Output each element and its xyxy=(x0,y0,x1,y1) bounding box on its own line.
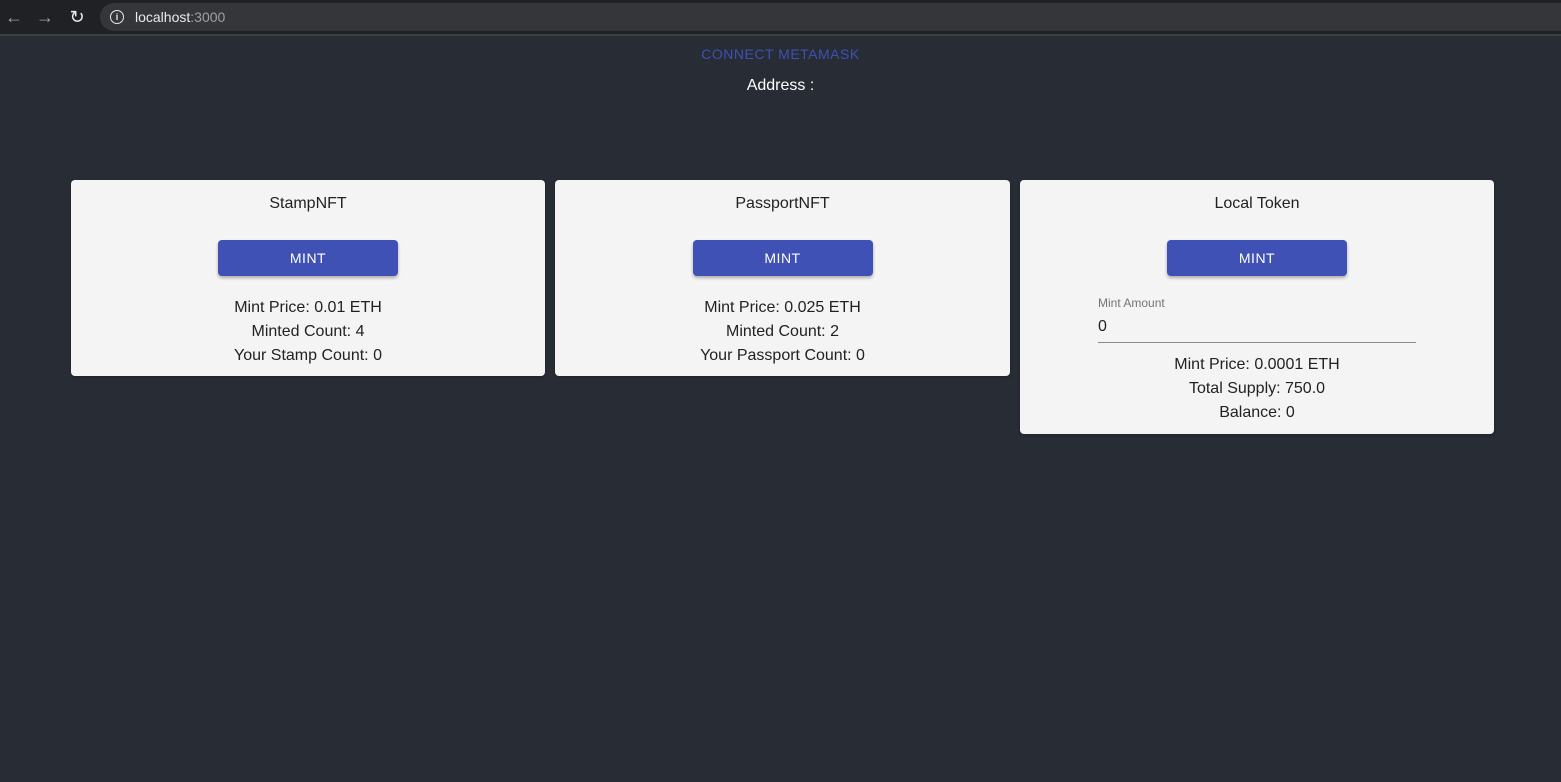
passport-info: Mint Price: 0.025 ETH Minted Count: 2 Yo… xyxy=(555,296,1010,368)
stamp-mint-button[interactable]: MINT xyxy=(218,240,398,276)
token-mint-button[interactable]: MINT xyxy=(1167,240,1347,276)
mint-amount-field: Mint Amount xyxy=(1098,296,1416,343)
mint-amount-input[interactable] xyxy=(1098,312,1416,343)
address-bar[interactable]: i localhost:3000 xyxy=(100,3,1561,31)
mint-price: Mint Price: 0.0001 ETH xyxy=(1174,356,1340,373)
local-token-card: Local Token MINT Mint Amount Mint Price:… xyxy=(1020,180,1494,434)
minted-count: Minted Count: 2 xyxy=(726,323,839,340)
your-passport-count: Your Passport Count: 0 xyxy=(700,347,865,364)
passport-nft-card: PassportNFT MINT Mint Price: 0.025 ETH M… xyxy=(555,180,1010,376)
card-title: StampNFT xyxy=(269,195,347,212)
stamp-info: Mint Price: 0.01 ETH Minted Count: 4 You… xyxy=(71,296,545,368)
info-icon[interactable]: i xyxy=(110,10,124,24)
url-host: localhost xyxy=(135,9,191,25)
connect-metamask-button[interactable]: CONNECT METAMASK xyxy=(0,46,1561,62)
balance: Balance: 0 xyxy=(1219,404,1295,421)
stamp-nft-card: StampNFT MINT Mint Price: 0.01 ETH Minte… xyxy=(71,180,545,376)
reload-icon[interactable]: ↻ xyxy=(67,7,87,27)
card-title: Local Token xyxy=(1214,195,1300,212)
url-port: :3000 xyxy=(190,9,226,25)
mint-price: Mint Price: 0.025 ETH xyxy=(704,299,861,316)
card-title: PassportNFT xyxy=(735,195,830,212)
mint-price: Mint Price: 0.01 ETH xyxy=(234,299,382,316)
total-supply: Total Supply: 750.0 xyxy=(1188,380,1326,397)
token-info: Mint Price: 0.0001 ETH Total Supply: 750… xyxy=(1020,353,1494,425)
back-arrow-icon[interactable]: ← xyxy=(4,7,24,27)
your-stamp-count: Your Stamp Count: 0 xyxy=(234,347,382,364)
minted-count: Minted Count: 4 xyxy=(251,323,365,340)
forward-arrow-icon[interactable]: → xyxy=(35,7,55,27)
mint-amount-label: Mint Amount xyxy=(1098,296,1165,310)
browser-toolbar: ← → ↻ i localhost:3000 xyxy=(0,0,1561,36)
address-label: Address : xyxy=(746,77,815,94)
passport-mint-button[interactable]: MINT xyxy=(692,240,873,276)
